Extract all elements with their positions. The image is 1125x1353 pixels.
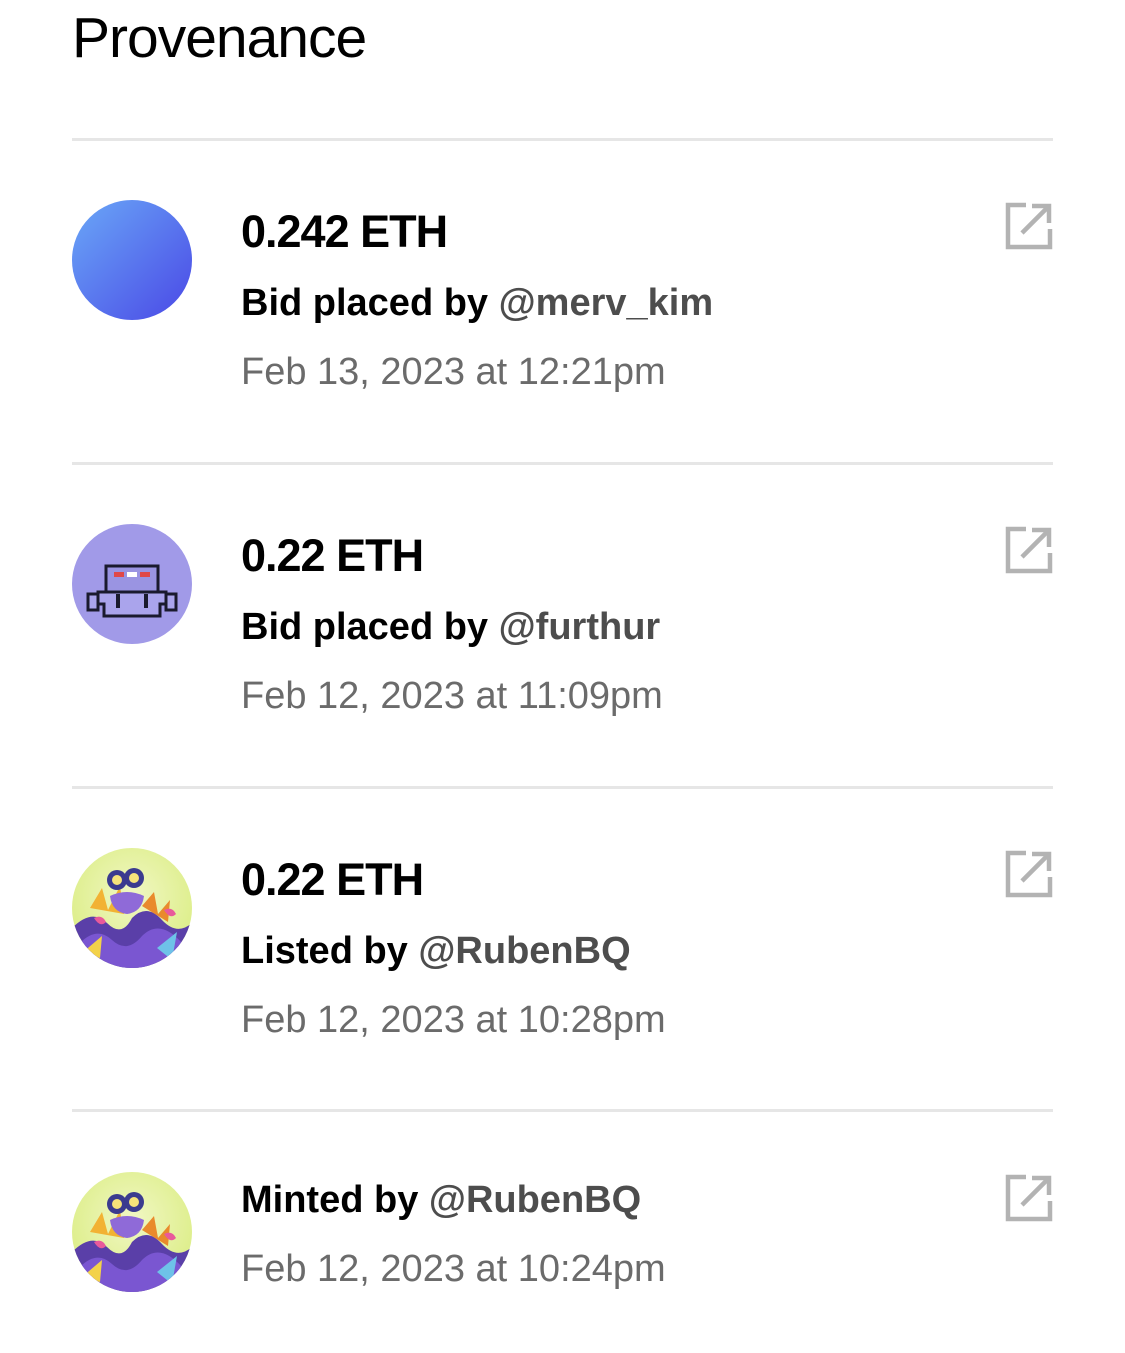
provenance-entry: 0.242 ETH Bid placed by @merv_kim Feb 13… [72,200,1053,400]
username-link[interactable]: @merv_kim [499,282,714,324]
action-label: Listed by [241,930,408,972]
action-line: Minted by @RubenBQ [241,1177,641,1223]
action-label: Bid placed by [241,282,489,324]
page-title: Provenance [72,6,367,70]
avatar[interactable] [72,1172,192,1292]
event-date: Feb 12, 2023 at 10:24pm [241,1248,666,1290]
username-link[interactable]: @RubenBQ [429,1179,641,1221]
divider [72,462,1053,465]
divider [72,786,1053,789]
event-date: Feb 12, 2023 at 11:09pm [241,675,663,717]
action-line: Listed by @RubenBQ [241,928,631,974]
external-link-icon[interactable] [1004,201,1054,251]
action-line: Bid placed by @merv_kim [241,280,713,326]
event-date: Feb 13, 2023 at 12:21pm [241,351,666,393]
external-link-icon[interactable] [1004,849,1054,899]
action-label: Minted by [241,1179,419,1221]
price-amount: 0.22 ETH [241,854,424,905]
price-amount: 0.22 ETH [241,530,424,581]
provenance-entry: 0.22 ETH Bid placed by @furthur Feb 12, … [72,524,1053,724]
action-line: Bid placed by @furthur [241,604,660,650]
divider [72,138,1053,141]
external-link-icon[interactable] [1004,525,1054,575]
event-date: Feb 12, 2023 at 10:28pm [241,999,666,1041]
action-label: Bid placed by [241,606,489,648]
price-amount: 0.242 ETH [241,206,448,257]
avatar[interactable] [72,848,192,968]
divider [72,1109,1053,1112]
username-link[interactable]: @furthur [499,606,661,648]
provenance-entry: 0.22 ETH Listed by @RubenBQ Feb 12, 2023… [72,848,1053,1048]
avatar[interactable] [72,524,192,644]
external-link-icon[interactable] [1004,1173,1054,1223]
username-link[interactable]: @RubenBQ [418,930,630,972]
provenance-entry: Minted by @RubenBQ Feb 12, 2023 at 10:24… [72,1172,1053,1312]
avatar[interactable] [72,200,192,320]
